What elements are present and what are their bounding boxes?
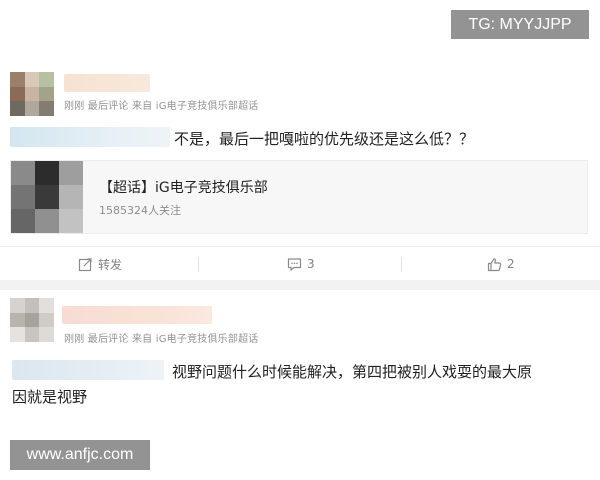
topic-card[interactable]: 【超话】iG电子竞技俱乐部 1585324人关注 xyxy=(10,160,588,234)
avatar[interactable] xyxy=(10,72,54,116)
comment-icon xyxy=(287,257,302,271)
mention-blurred[interactable] xyxy=(10,127,170,147)
repost-button[interactable]: 转发 xyxy=(78,256,122,272)
comment-count: 3 xyxy=(307,257,315,271)
thumbs-up-icon xyxy=(487,257,502,271)
action-divider xyxy=(198,257,199,272)
action-bar: 转发 3 2 xyxy=(0,246,600,281)
post-card-2: 刚刚 最后评论 来自 iG电子竞技俱乐部超话 视野问题什么时候能解决，第四把被别… xyxy=(0,290,600,420)
like-count: 2 xyxy=(507,257,515,271)
topic-card-followers: 1585324人关注 xyxy=(99,204,181,217)
action-divider xyxy=(401,257,402,272)
repost-label: 转发 xyxy=(98,257,123,272)
post-meta: 刚刚 最后评论 来自 iG电子竞技俱乐部超话 xyxy=(64,101,259,112)
post-meta: 刚刚 最后评论 来自 iG电子竞技俱乐部超话 xyxy=(64,334,259,345)
avatar[interactable] xyxy=(10,298,54,342)
username-blurred[interactable] xyxy=(62,306,212,324)
post-divider xyxy=(0,280,600,290)
post-content: 不是，最后一把嘎啦的优先级还是这么低？？ xyxy=(174,130,475,148)
topic-thumbnail xyxy=(11,161,83,233)
like-button[interactable]: 2 xyxy=(487,256,515,272)
topic-card-title: 【超话】iG电子竞技俱乐部 xyxy=(99,180,268,196)
watermark-bottom: www.anfjc.com xyxy=(10,440,150,470)
post-card-1: 刚刚 最后评论 来自 iG电子竞技俱乐部超话 不是，最后一把嘎啦的优先级还是这么… xyxy=(0,62,600,280)
watermark-top: TG: MYYJJPP xyxy=(451,10,589,39)
post-content-line-1: 视野问题什么时候能解决，第四把被别人戏耍的最大原 xyxy=(172,363,533,381)
username-blurred[interactable] xyxy=(64,74,150,92)
post-content-line-2: 因就是视野 xyxy=(12,388,88,406)
mention-blurred[interactable] xyxy=(12,360,164,380)
comment-button[interactable]: 3 xyxy=(287,256,315,272)
repost-icon xyxy=(78,257,92,271)
